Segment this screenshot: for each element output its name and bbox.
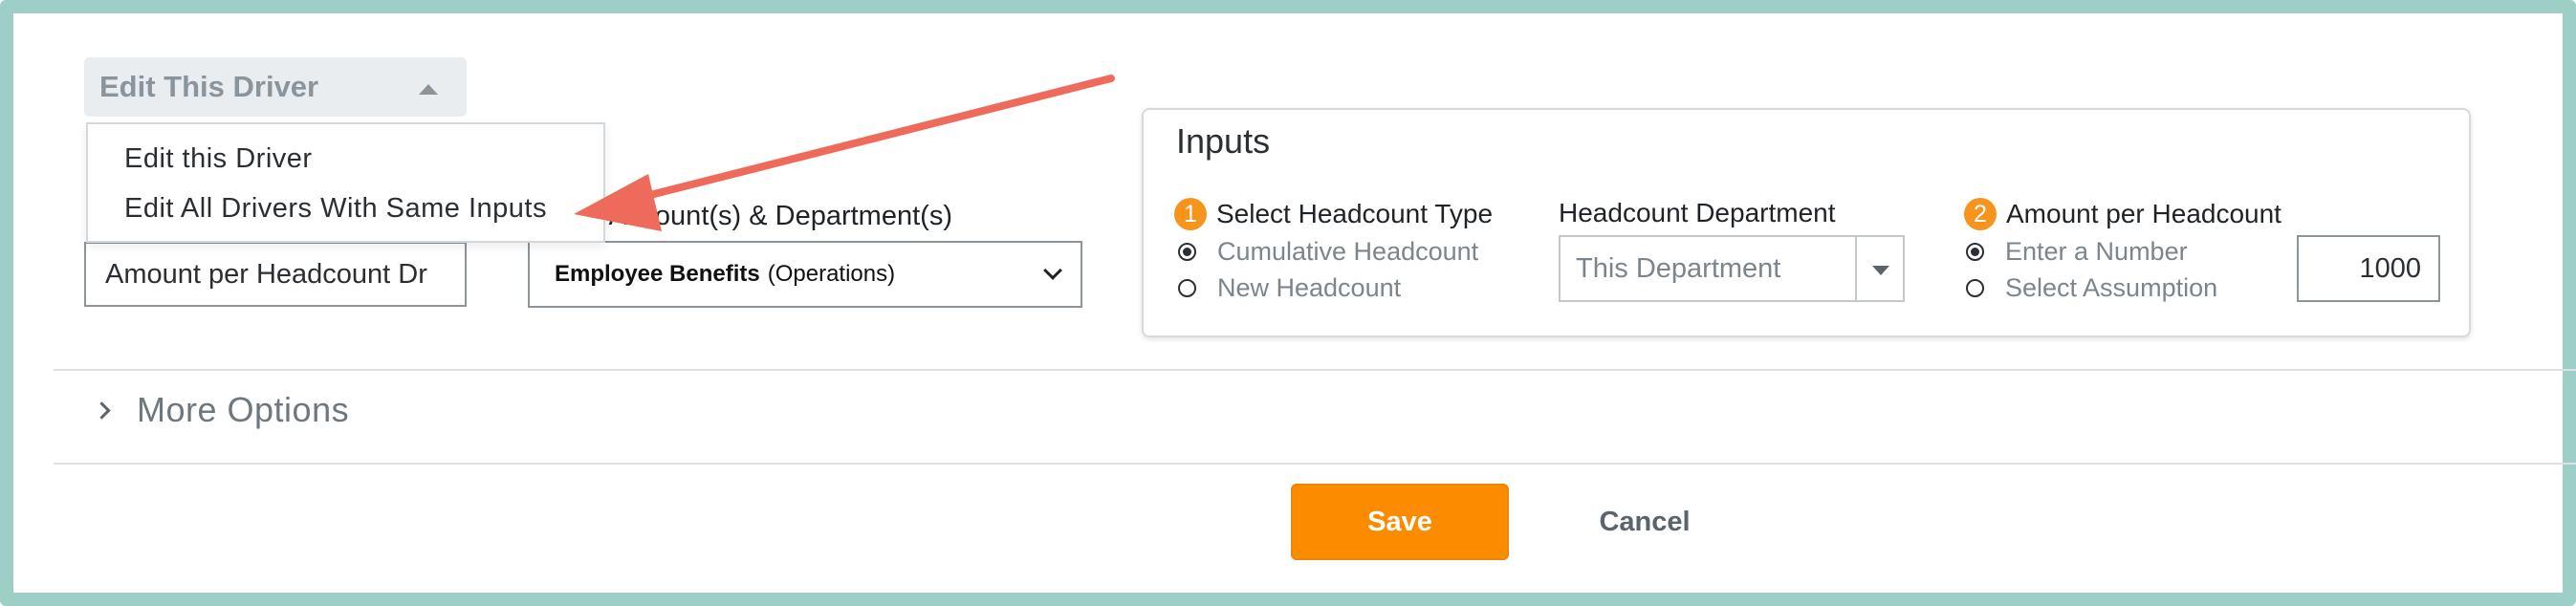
save-button[interactable]: Save — [1291, 484, 1509, 560]
radio-cumulative-headcount[interactable]: Cumulative Headcount — [1178, 237, 1478, 267]
amount-label: Amount per Headcount — [2006, 199, 2281, 228]
account-department-select[interactable]: Employee Benefits (Operations) — [528, 241, 1082, 308]
maps-to-label: o Account(s) & Department(s) — [587, 201, 952, 231]
menu-item-edit-all-drivers[interactable]: Edit All Drivers With Same Inputs — [124, 193, 547, 225]
amount-input[interactable]: 1000 — [2297, 235, 2440, 302]
chevron-down-icon — [1043, 261, 1062, 280]
headcount-department-label: Headcount Department — [1559, 198, 1836, 227]
divider — [54, 369, 2576, 371]
selected-department: (Operations) — [767, 261, 896, 287]
radio-label: New Headcount — [1217, 273, 1402, 302]
amount-heading: 2 Amount per Headcount — [1964, 198, 2281, 230]
menu-item-edit-this-driver[interactable]: Edit this Driver — [124, 143, 313, 175]
more-options-toggle[interactable]: More Options — [93, 390, 350, 430]
headcount-department-select[interactable]: This Department — [1559, 235, 1905, 302]
headcount-type-label: Select Headcount Type — [1216, 199, 1494, 228]
selected-account: Employee Benefits — [555, 261, 760, 287]
radio-icon — [1178, 279, 1196, 297]
headcount-type-heading: 1 Select Headcount Type — [1174, 198, 1493, 230]
cancel-button[interactable]: Cancel — [1587, 484, 1702, 560]
radio-selected-icon — [1966, 243, 1984, 261]
radio-label: Cumulative Headcount — [1217, 237, 1479, 266]
radio-selected-icon — [1178, 243, 1196, 261]
inputs-panel: Inputs 1 Select Headcount Type Cumulativ… — [1142, 108, 2471, 337]
driver-name-field[interactable]: Amount per Headcount Dr — [84, 242, 467, 307]
caret-up-icon — [419, 84, 438, 95]
dropdown-caret-icon[interactable] — [1855, 237, 1903, 300]
inputs-title: Inputs — [1176, 121, 1271, 161]
headcount-department-heading: Headcount Department — [1559, 198, 1836, 228]
radio-new-headcount[interactable]: New Headcount — [1178, 273, 1401, 303]
step-badge: 1 — [1174, 198, 1207, 230]
edit-driver-toggle-label: Edit This Driver — [99, 70, 319, 103]
step-badge: 2 — [1964, 198, 1997, 230]
divider — [54, 463, 2576, 465]
chevron-right-icon — [93, 400, 111, 420]
radio-icon — [1966, 279, 1984, 297]
more-options-label: More Options — [137, 390, 350, 429]
radio-enter-number[interactable]: Enter a Number — [1966, 237, 2188, 267]
edit-driver-toggle[interactable]: Edit This Driver — [84, 57, 467, 117]
radio-label: Select Assumption — [2005, 273, 2218, 302]
edit-driver-menu: Edit this Driver Edit All Drivers With S… — [86, 122, 605, 243]
radio-label: Enter a Number — [2005, 237, 2188, 266]
headcount-department-value: This Department — [1576, 252, 1781, 284]
radio-select-assumption[interactable]: Select Assumption — [1966, 273, 2217, 303]
